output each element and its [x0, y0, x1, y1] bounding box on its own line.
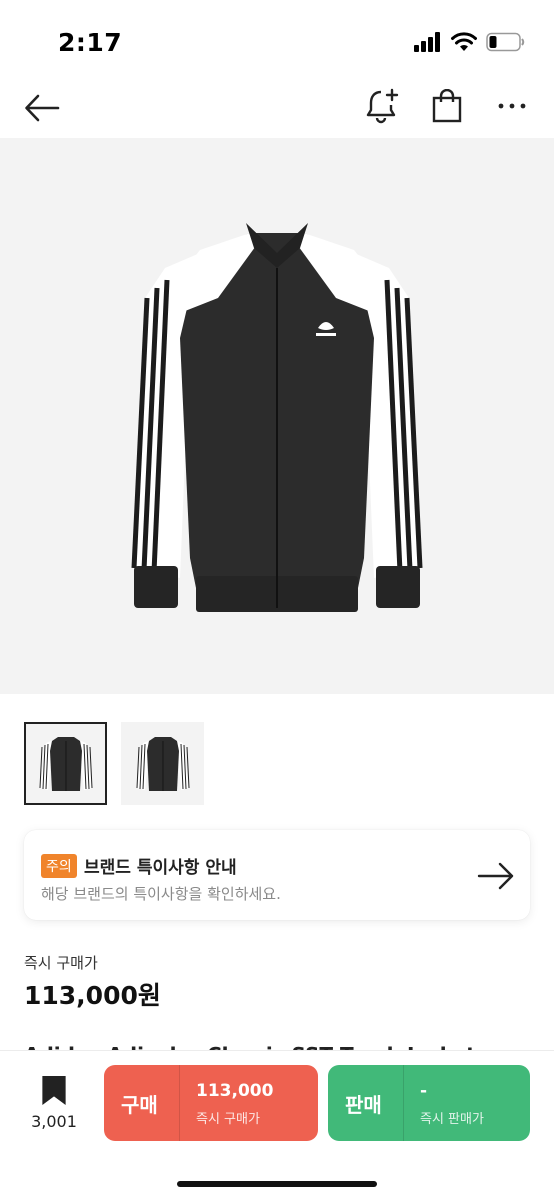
alarm-button[interactable] [362, 86, 402, 126]
buy-button-sub: 즉시 구매가 [196, 1112, 260, 1127]
thumbnail-list [24, 722, 204, 805]
buy-button-label: 구매 [121, 1093, 158, 1117]
instant-buy-price-label: 즉시 구매가 [24, 954, 98, 972]
buy-button-price: 113,000 [196, 1081, 274, 1101]
more-icon [498, 103, 526, 109]
back-arrow-icon [25, 94, 60, 122]
sell-button-price: - [420, 1081, 428, 1101]
battery-icon [486, 32, 525, 52]
home-indicator[interactable] [177, 1181, 377, 1187]
buy-button[interactable]: 구매 113,000 즉시 구매가 [104, 1065, 318, 1141]
thumbnail-back[interactable] [121, 722, 204, 805]
signal-icon [414, 32, 440, 52]
thumbnail-front[interactable] [24, 722, 107, 805]
notice-arrow[interactable] [476, 860, 516, 892]
status-bar: 2:17 [0, 0, 554, 80]
shopping-bag-icon [432, 89, 462, 123]
nav-bar [0, 80, 554, 138]
instant-buy-price-value: 113,000원 [24, 981, 161, 1010]
thumbnail-front-image [39, 736, 92, 791]
status-icons [414, 32, 526, 52]
alarm-add-icon [366, 88, 399, 124]
wifi-icon [451, 32, 477, 51]
thumbnail-back-image [136, 736, 189, 791]
bookmark-icon [42, 1075, 66, 1106]
notice-badge: 주의 [41, 854, 77, 878]
notice-subtitle: 해당 브랜드의 특이사항을 확인하세요. [41, 885, 281, 903]
sell-button-sub: 즉시 판매가 [420, 1112, 484, 1127]
brand-notice-card[interactable]: 주의 브랜드 특이사항 안내 해당 브랜드의 특이사항을 확인하세요. [24, 830, 530, 920]
bookmark-count: 3,001 [31, 1112, 77, 1131]
buy-button-divider [179, 1065, 180, 1141]
shopping-bag-button[interactable] [427, 86, 467, 126]
right-arrow-icon [477, 862, 514, 890]
sell-button[interactable]: 판매 - 즉시 판매가 [328, 1065, 530, 1141]
back-button[interactable] [22, 90, 62, 126]
more-button[interactable] [492, 86, 532, 126]
jacket-front-image [131, 223, 423, 612]
sell-button-divider [403, 1065, 404, 1141]
sell-button-label: 판매 [345, 1093, 382, 1117]
product-image[interactable] [0, 138, 554, 694]
bottom-action-bar: 3,001 구매 113,000 즉시 구매가 판매 - 즉시 판매가 [0, 1050, 554, 1200]
status-time: 2:17 [58, 28, 123, 57]
bookmark-button[interactable]: 3,001 [28, 1075, 80, 1131]
notice-title: 브랜드 특이사항 안내 [84, 858, 237, 878]
